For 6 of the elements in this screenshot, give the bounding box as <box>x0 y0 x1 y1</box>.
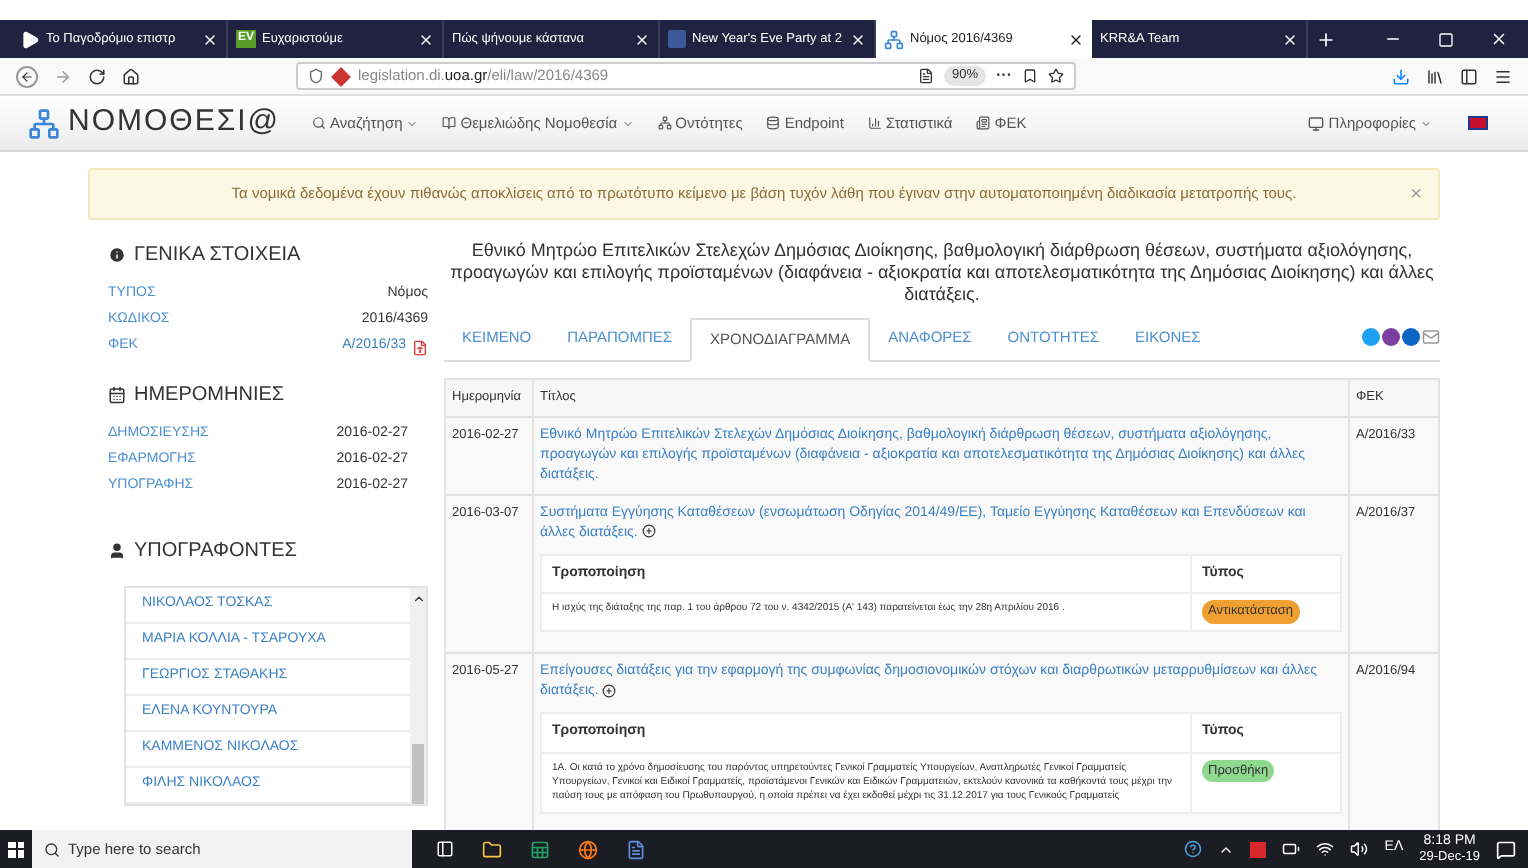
section-heading: ΥΠΟΓΡΑΦΟΝΤΕΣ <box>134 538 297 566</box>
section-heading: ΓΕΝΙΚΑ ΣΤΟΙΧΕΙΑ <box>134 242 301 270</box>
section-heading: ΗΜΕΡΟΜΗΝΙΕΣ <box>134 382 285 410</box>
law-title: Εθνικό Μητρώο Επιτελικών Στελεχών Δημόσιας Διοίκησης, βαθμολογική διάρθρωση θέσεων, συστήματα αξιολόγησης, προαγωγών και επιλογής προϊσταμένων (διαφάνεια - αξιοκρατία και αποτελεσματικότητα της Δημόσιας Διοίκησης) και άλλες διατάξεις. <box>448 240 1436 306</box>
site-logo[interactable]: ΝΟΜΟΘΕΣΙ@ <box>68 100 281 146</box>
more-actions[interactable]: ··· <box>996 64 1012 88</box>
